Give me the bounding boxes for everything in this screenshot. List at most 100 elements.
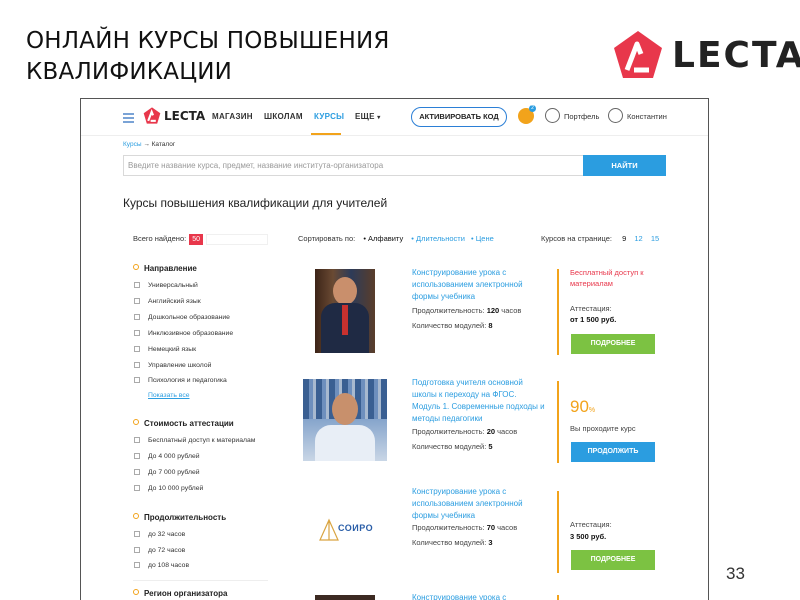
- per-page-9[interactable]: 9: [622, 234, 626, 243]
- website-screenshot: LECTA МАГАЗИН ШКОЛАМ КУРСЫ ЕЩЕ ▾ АКТИВИР…: [80, 98, 709, 600]
- page-number: 33: [726, 564, 745, 583]
- course-2-progress-text: Вы проходите курс: [570, 424, 636, 433]
- course-3-details-button[interactable]: ПОДРОБНЕЕ: [571, 550, 655, 570]
- filter-label: Управление школой: [148, 362, 212, 369]
- slide-title-line2: КВАЛИФИКАЦИИ: [26, 59, 233, 85]
- course-4-photo[interactable]: [315, 595, 375, 600]
- filter-label: До 10 000 рублей: [148, 485, 204, 492]
- filter-divider: [133, 580, 268, 581]
- found-count: Всего найдено: 50: [133, 234, 203, 245]
- portfolio-link[interactable]: Портфель: [564, 112, 599, 121]
- filter-checkbox[interactable]: Бесплатный доступ к материалам: [134, 437, 255, 444]
- course-2-title[interactable]: Подготовка учителя основной школы к пере…: [412, 377, 547, 425]
- filter-checkbox[interactable]: Психология и педагогика: [134, 377, 227, 384]
- user-name[interactable]: Константин: [627, 112, 667, 121]
- course-4-title[interactable]: Конструирование урока с: [412, 592, 547, 600]
- portfolio-icon[interactable]: [545, 108, 560, 123]
- slide-title: ОНЛАЙН КУРСЫ ПОВЫШЕНИЯ КВАЛИФИКАЦИИ: [26, 26, 390, 88]
- filter-checkbox[interactable]: до 32 часов: [134, 531, 185, 538]
- duration-value: 120: [486, 306, 500, 315]
- course-1-title[interactable]: Конструирование урока с использованием э…: [412, 267, 547, 303]
- modules-label: Количество модулей:: [412, 321, 487, 330]
- modules-label: Количество модулей:: [412, 442, 487, 451]
- breadcrumb-current: Каталог: [151, 141, 176, 148]
- hamburger-menu-icon[interactable]: [123, 113, 134, 125]
- duration-unit: часов: [497, 427, 518, 436]
- pyramid-icon: [319, 518, 339, 541]
- course-2-photo[interactable]: [303, 379, 387, 461]
- filter-label: Бесплатный доступ к материалам: [148, 437, 256, 444]
- nav-courses[interactable]: КУРСЫ: [314, 112, 344, 121]
- course-3-title[interactable]: Конструирование урока с использованием э…: [412, 486, 547, 522]
- chevron-down-icon: ▾: [377, 115, 381, 121]
- sort-duration[interactable]: • Длительности: [411, 234, 465, 243]
- filter-checkbox[interactable]: Дошкольное образование: [134, 314, 230, 321]
- breadcrumb-courses[interactable]: Курсы: [123, 141, 142, 148]
- filter-checkbox[interactable]: Универсальный: [134, 282, 198, 289]
- duration-value: 20: [486, 427, 496, 436]
- course-1-modules: Количество модулей: 8: [412, 321, 493, 330]
- modules-label: Количество модулей:: [412, 538, 487, 547]
- filter-checkbox[interactable]: до 108 часов: [134, 562, 189, 569]
- modules-value: 5: [488, 442, 493, 451]
- course-3-duration: Продолжительность: 70 часов: [412, 523, 517, 532]
- slide-title-line1: ОНЛАЙН КУРСЫ ПОВЫШЕНИЯ: [26, 28, 390, 54]
- course-3-attestation-label: Аттестация:: [570, 520, 612, 529]
- course-1-divider: [557, 269, 559, 355]
- found-label: Всего найдено:: [133, 234, 187, 243]
- course-3-price: 3 500 руб.: [570, 532, 607, 541]
- search-button[interactable]: НАЙТИ: [583, 155, 666, 176]
- view-toggle[interactable]: [206, 234, 268, 245]
- filter-duration-title: Продолжительность: [133, 513, 226, 522]
- nav-more[interactable]: ЕЩЕ ▾: [355, 112, 381, 121]
- course-2-continue-button[interactable]: ПРОДОЛЖИТЬ: [571, 442, 655, 462]
- filter-checkbox[interactable]: До 10 000 рублей: [134, 485, 203, 492]
- filter-label: до 72 часов: [148, 547, 186, 554]
- course-2-progress: 90%: [570, 397, 595, 417]
- activate-code-button[interactable]: АКТИВИРОВАТЬ КОД: [411, 107, 507, 127]
- show-all-link[interactable]: Показать все: [148, 392, 190, 399]
- org-logo-text: СОИРО: [338, 523, 374, 533]
- per-page-label: Курсов на странице:: [541, 234, 613, 243]
- course-1-photo[interactable]: [315, 269, 375, 353]
- nav-schools[interactable]: ШКОЛАМ: [264, 112, 303, 121]
- cart-count-badge: 2: [529, 105, 536, 112]
- sort-price[interactable]: • Цене: [471, 234, 494, 243]
- per-page-12[interactable]: 12: [634, 234, 642, 243]
- filter-label: Немецкий язык: [148, 346, 197, 353]
- modules-value: 3: [488, 538, 493, 547]
- filter-checkbox[interactable]: Английский язык: [134, 298, 201, 305]
- lecta-logo-icon: [614, 31, 662, 78]
- duration-value: 70: [486, 523, 496, 532]
- filter-direction-title: Направление: [133, 264, 197, 273]
- sort-duration-label: Длительности: [416, 234, 465, 243]
- filter-label: Универсальный: [148, 282, 198, 289]
- lecta-logo: LECTA: [612, 30, 800, 82]
- header-divider: [81, 135, 708, 136]
- filter-label: Дошкольное образование: [148, 314, 230, 321]
- course-3-org-logo[interactable]: СОИРО: [314, 514, 384, 544]
- course-3-modules: Количество модулей: 3: [412, 538, 493, 547]
- progress-unit: %: [588, 407, 596, 414]
- filter-checkbox[interactable]: Управление школой: [134, 362, 211, 369]
- filter-checkbox[interactable]: Инклюзивное образование: [134, 330, 233, 337]
- filter-label: Инклюзивное образование: [148, 330, 234, 337]
- filter-checkbox[interactable]: До 7 000 рублей: [134, 469, 200, 476]
- site-logo[interactable]: LECTA: [143, 107, 205, 125]
- breadcrumb-separator: →: [143, 141, 150, 148]
- page-title: Курсы повышения квалификации для учителе…: [123, 196, 388, 210]
- per-page-15[interactable]: 15: [651, 234, 659, 243]
- search-input[interactable]: Введите название курса, предмет, названи…: [123, 155, 583, 176]
- duration-label: Продолжительность:: [412, 427, 485, 436]
- filter-checkbox[interactable]: До 4 000 рублей: [134, 453, 200, 460]
- nav-shop[interactable]: МАГАЗИН: [212, 112, 253, 121]
- user-avatar-icon[interactable]: [608, 108, 623, 123]
- course-1-price: от 1 500 руб.: [570, 315, 617, 324]
- course-1-details-button[interactable]: ПОДРОБНЕЕ: [571, 334, 655, 354]
- sort-alphabet-label: Алфавиту: [368, 234, 404, 243]
- sort-alphabet[interactable]: • Алфавиту: [363, 234, 403, 243]
- filter-label: До 4 000 рублей: [148, 453, 200, 460]
- course-1-free-access: Бесплатный доступ к материалам: [570, 268, 644, 288]
- filter-checkbox[interactable]: до 72 часов: [134, 547, 185, 554]
- filter-checkbox[interactable]: Немецкий язык: [134, 346, 196, 353]
